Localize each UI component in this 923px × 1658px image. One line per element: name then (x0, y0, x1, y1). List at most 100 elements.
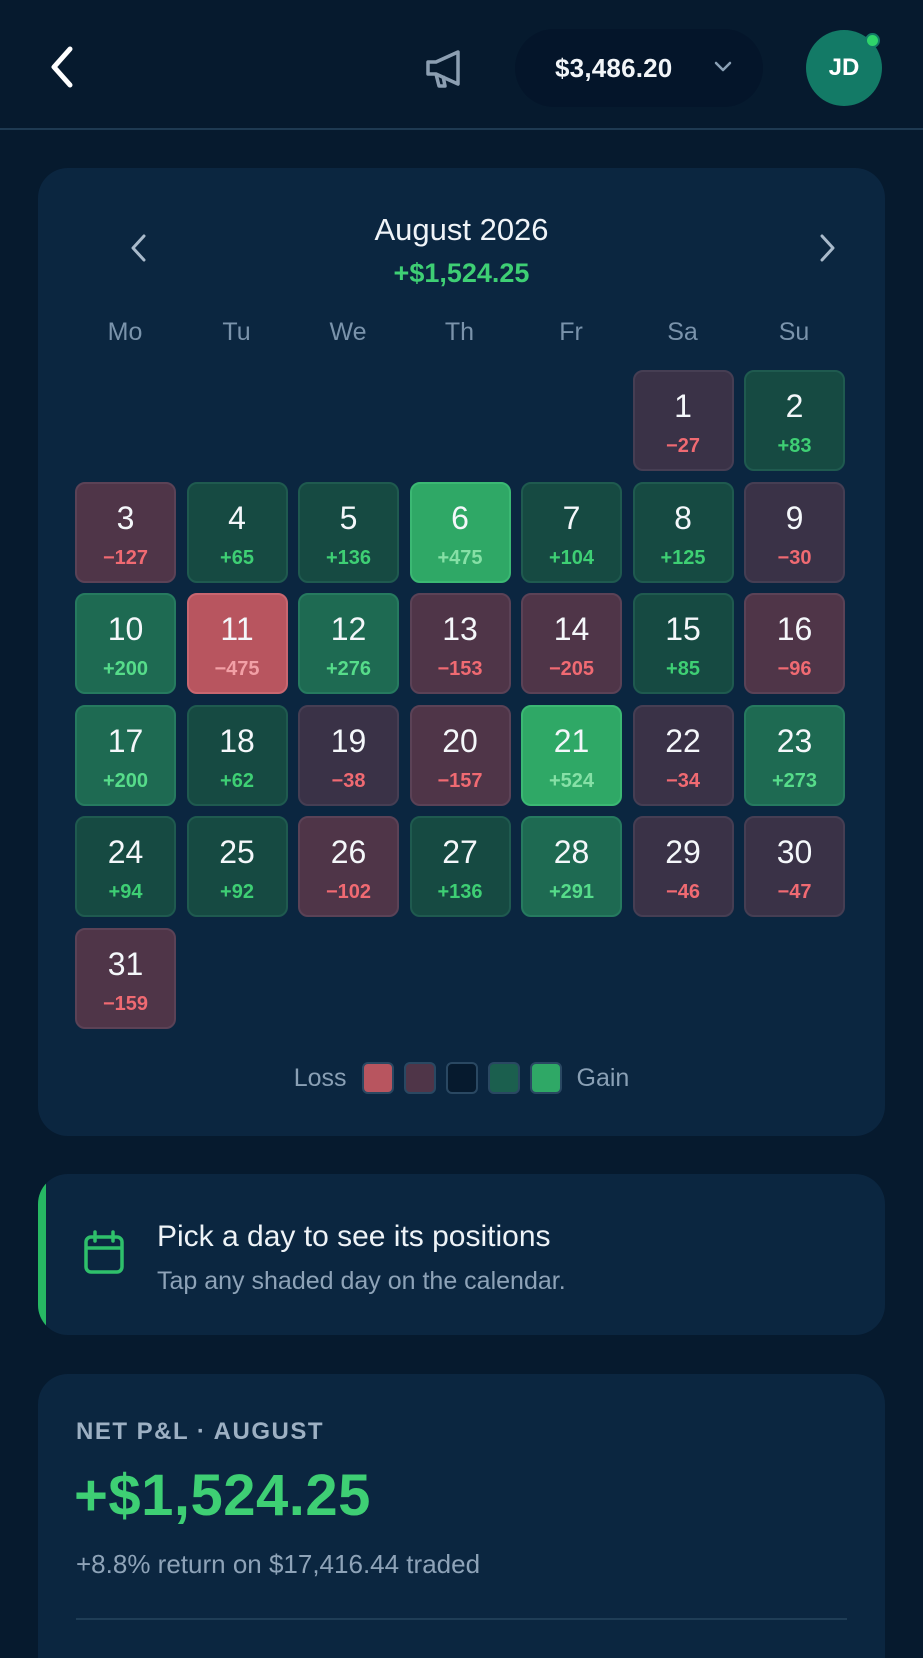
day-pnl: +291 (548, 881, 595, 903)
announcements-button[interactable] (418, 40, 474, 96)
pnl-calendar-card: August 2026 +$1,524.25 Mo Tu We Th Fr Sa Su 1 −… (38, 168, 885, 1136)
calendar-day-cell[interactable]: 23 +273 (744, 704, 845, 806)
day-number: 22 (665, 722, 701, 759)
day-number: 6 (451, 499, 469, 536)
calendar-day-cell[interactable]: 26 −102 (298, 816, 399, 917)
day-pnl: −157 (437, 769, 483, 792)
weekday-header-row: Mo Tu We Th Fr Sa Su (75, 318, 855, 352)
day-number: 11 (220, 611, 254, 647)
weekday-label: We (329, 318, 367, 346)
weekday-label: Th (444, 318, 475, 346)
legend-swatch (487, 1062, 520, 1094)
calendar-day-cell[interactable]: 25 +92 (186, 816, 288, 917)
day-number: 30 (776, 834, 813, 870)
calendar-day-cell[interactable]: 27 +136 (409, 816, 511, 917)
day-pnl: −159 (102, 992, 149, 1015)
calendar-day-cell[interactable]: 3 −127 (75, 481, 176, 583)
calendar-day-cell[interactable]: 30 −47 (744, 816, 845, 917)
day-pnl: +85 (666, 658, 700, 680)
day-number: 19 (330, 722, 367, 759)
day-number: 10 (107, 611, 144, 647)
day-pnl: +475 (437, 546, 483, 569)
calendar-day-cell[interactable]: 17 +200 (75, 704, 176, 806)
calendar-day-cell[interactable]: 8 +125 (632, 481, 734, 583)
net-pnl-label: NET P&L · AUGUST (76, 1418, 325, 1445)
day-pnl: +104 (548, 546, 595, 569)
calendar-day-cell[interactable]: 31 −159 (75, 927, 176, 1029)
legend-swatches (357, 1062, 567, 1094)
legend-gain-label: Gain (576, 1063, 630, 1092)
account-balance-selector[interactable]: $3,486.20 (515, 29, 763, 107)
calendar-day-cell[interactable]: 28 +291 (521, 816, 622, 917)
day-pnl: −475 (214, 658, 260, 680)
calendar-day-cell[interactable]: 19 −38 (298, 704, 399, 806)
day-number: 28 (553, 834, 590, 870)
day-number: 15 (665, 611, 701, 647)
pick-day-hint-card: Pick a day to see its positions Tap any … (38, 1174, 885, 1335)
megaphone-icon (426, 50, 460, 88)
day-pnl: +273 (771, 769, 818, 792)
back-button[interactable] (40, 42, 84, 92)
calendar-day-cell[interactable]: 12 +276 (298, 593, 399, 694)
calendar-day-cell[interactable]: 6 +475 (409, 481, 511, 583)
day-number: 12 (330, 611, 367, 647)
hint-title: Pick a day to see its positions (157, 1220, 551, 1253)
net-pnl-value: +$1,524.25 (74, 1463, 371, 1528)
calendar-day-cell[interactable]: 10 +200 (75, 593, 176, 694)
day-number: 16 (776, 611, 813, 647)
calendar-day-cell[interactable]: 2 +83 (744, 370, 845, 471)
online-status-dot (865, 33, 880, 48)
calendar-day-cell[interactable]: 11 −475 (186, 593, 288, 694)
day-pnl: +62 (220, 769, 254, 792)
chevron-left-icon (51, 46, 73, 88)
calendar-day-cell[interactable]: 13 −153 (409, 593, 511, 694)
calendar-day-cell[interactable]: 21 +524 (521, 704, 622, 806)
weekday-label: Mo (107, 318, 143, 346)
calendar-day-cell[interactable]: 15 +85 (632, 593, 734, 694)
legend-loss-label: Loss (293, 1063, 347, 1092)
day-pnl: −27 (666, 435, 700, 457)
calendar-day-cell[interactable]: 9 −30 (744, 481, 845, 583)
account-balance: $3,486.20 (555, 52, 673, 83)
day-pnl: +94 (108, 881, 143, 903)
calendar-day-cell[interactable]: 20 −157 (409, 704, 511, 806)
weekday-label: Tu (222, 318, 251, 346)
day-pnl: −38 (331, 769, 366, 792)
calendar-day-cell[interactable]: 4 +65 (186, 481, 288, 583)
day-number: 26 (330, 834, 367, 870)
calendar-day-cell[interactable]: 22 −34 (632, 704, 734, 806)
day-number: 7 (562, 499, 581, 536)
calendar-month-title: August 2026 (374, 212, 549, 247)
calendar-day-cell[interactable]: 29 −46 (632, 816, 734, 917)
legend-swatch (361, 1062, 394, 1094)
chevron-right-icon (820, 234, 835, 262)
next-month-button[interactable] (805, 226, 849, 270)
day-pnl: −153 (437, 658, 483, 680)
day-number: 18 (219, 722, 255, 759)
day-pnl: −102 (325, 881, 372, 903)
user-avatar[interactable]: JD (806, 30, 882, 106)
weekday-label: Su (778, 318, 810, 346)
calendar-day-cell[interactable]: 16 −96 (744, 593, 845, 694)
day-number: 17 (107, 722, 144, 759)
chevron-down-icon (714, 61, 732, 72)
calendar-day-cell[interactable]: 1 −27 (632, 370, 734, 471)
day-number: 3 (116, 499, 135, 536)
day-number: 5 (339, 499, 358, 536)
calendar-day-cell[interactable]: 24 +94 (75, 816, 176, 917)
day-pnl: +92 (220, 881, 254, 903)
calendar-day-cell[interactable]: 18 +62 (186, 704, 288, 806)
calendar-day-cell[interactable]: 7 +104 (521, 481, 622, 583)
day-pnl: +200 (102, 658, 149, 680)
avatar-initials: JD (828, 54, 860, 81)
day-number: 14 (553, 611, 590, 647)
divider (76, 1618, 847, 1620)
day-number: 8 (674, 499, 692, 536)
day-pnl: +136 (325, 546, 372, 569)
day-number: 4 (228, 499, 246, 536)
day-pnl: +276 (325, 658, 372, 680)
calendar-day-cell[interactable]: 5 +136 (298, 481, 399, 583)
net-pnl-return-text: +8.8% return on $17,416.44 traded (76, 1549, 481, 1579)
legend-swatch (403, 1062, 436, 1094)
calendar-day-cell[interactable]: 14 −205 (521, 593, 622, 694)
